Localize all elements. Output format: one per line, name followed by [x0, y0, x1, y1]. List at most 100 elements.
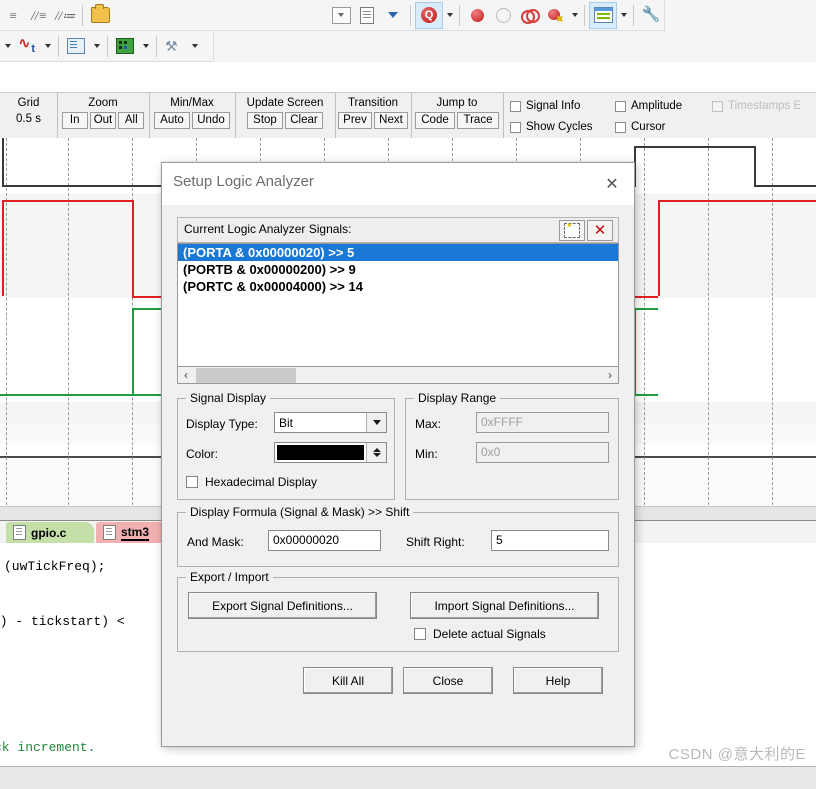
color-stepper-icon[interactable]: [366, 443, 386, 462]
zoom-all-button[interactable]: All: [118, 112, 145, 129]
toggle-breakpoints-icon[interactable]: [516, 3, 542, 28]
export-signal-definitions-button[interactable]: Export Signal Definitions...: [188, 592, 377, 619]
signals-header-label: Current Logic Analyzer Signals:: [184, 222, 352, 236]
minmax-undo-button[interactable]: Undo: [192, 112, 230, 129]
indent-lines-2-icon[interactable]: //≡: [26, 3, 52, 28]
la-checks-col1: Signal Info Show Cycles: [510, 93, 592, 142]
dialog-title-bar[interactable]: Setup Logic Analyzer ✕: [162, 163, 634, 205]
update-stop-button[interactable]: Stop: [247, 112, 283, 129]
tab-gpio-c[interactable]: gpio.c: [6, 522, 94, 543]
min-value-field[interactable]: 0x0: [476, 442, 609, 463]
transition-prev-button[interactable]: Prev: [338, 112, 372, 129]
scroll-left-icon[interactable]: ‹: [178, 368, 194, 382]
toolbar-separator: [633, 4, 634, 26]
window-dropdown-caret-icon[interactable]: [617, 3, 629, 28]
breakpoints-dropdown-caret-icon[interactable]: [568, 3, 580, 28]
close-icon[interactable]: ✕: [598, 171, 626, 197]
chevron-down-icon[interactable]: [366, 413, 386, 432]
la-group-jump-to: Jump to Code Trace: [411, 93, 504, 138]
signal-info-checkbox[interactable]: [510, 100, 521, 112]
signals-horizontal-scrollbar[interactable]: ‹ ›: [177, 367, 619, 384]
signals-list[interactable]: (PORTA & 0x00000020) >> 5 (PORTB & 0x000…: [177, 243, 619, 367]
color-select[interactable]: [274, 442, 387, 463]
hexadecimal-display-label: Hexadecimal Display: [205, 475, 318, 489]
waveform-gridline: [644, 138, 645, 520]
watch-window-icon[interactable]: [63, 34, 89, 59]
tools-caret-icon[interactable]: [187, 34, 201, 59]
combo-box-icon[interactable]: [328, 3, 354, 28]
prev-dropdown-caret-icon[interactable]: [0, 34, 14, 59]
hexadecimal-display-checkbox[interactable]: [186, 476, 198, 488]
amplitude-checkbox[interactable]: [615, 100, 626, 112]
find-dropdown-caret-icon[interactable]: [443, 3, 455, 28]
window-layout-icon[interactable]: [589, 1, 617, 29]
import-signal-definitions-button[interactable]: Import Signal Definitions...: [410, 592, 599, 619]
scroll-thumb[interactable]: [196, 367, 296, 383]
list-item[interactable]: (PORTA & 0x00000020) >> 5: [178, 244, 618, 261]
list-item[interactable]: (PORTC & 0x00004000) >> 14: [178, 278, 618, 295]
kill-all-button[interactable]: Kill All: [303, 667, 393, 694]
shift-right-field[interactable]: 5: [491, 530, 609, 551]
la-group-transition-title: Transition: [347, 97, 399, 109]
tools-icon[interactable]: ⚒: [161, 34, 187, 59]
la-group-zoom-title: Zoom: [88, 97, 118, 109]
breakpoint-icon[interactable]: [464, 3, 490, 28]
signals-header-bar: Current Logic Analyzer Signals: ✕: [177, 217, 619, 243]
status-bar: [0, 766, 816, 789]
la-group-grid-title: Grid: [17, 97, 40, 109]
hexadecimal-display-checkbox-row[interactable]: Hexadecimal Display: [186, 475, 317, 489]
la-group-jumpto-title: Jump to: [436, 97, 478, 109]
zoom-out-button[interactable]: Out: [89, 112, 117, 129]
code-line-1: (uwTickFreq);: [4, 559, 106, 574]
list-item[interactable]: (PORTB & 0x00000200) >> 9: [178, 261, 618, 278]
logic-analyzer-caret-icon[interactable]: [40, 34, 54, 59]
find-in-files-icon[interactable]: Q: [415, 1, 443, 29]
checkbox-show-cycles[interactable]: Show Cycles: [510, 118, 592, 136]
setup-logic-analyzer-dialog: Setup Logic Analyzer ✕ Current Logic Ana…: [161, 162, 635, 747]
signal-info-label: Signal Info: [526, 100, 581, 112]
watch-window-caret-icon[interactable]: [89, 34, 103, 59]
minmax-auto-button[interactable]: Auto: [154, 112, 190, 129]
shift-right-label: Shift Right:: [406, 535, 465, 549]
close-button[interactable]: Close: [403, 667, 493, 694]
delete-actual-signals-checkbox[interactable]: [414, 628, 426, 640]
configure-wrench-icon[interactable]: 🔧: [638, 3, 664, 28]
display-type-value: Bit: [279, 415, 294, 430]
new-signal-button[interactable]: [559, 220, 585, 241]
kill-breakpoints-icon[interactable]: [542, 3, 568, 28]
open-folder-icon[interactable]: [87, 3, 113, 28]
toolbar-separator: [82, 4, 83, 26]
color-swatch: [277, 445, 364, 460]
max-label: Max:: [415, 417, 442, 431]
jump-trace-button[interactable]: Trace: [457, 112, 499, 129]
jump-code-button[interactable]: Code: [415, 112, 455, 129]
document-find-icon[interactable]: [354, 3, 380, 28]
indent-lines-3-icon[interactable]: //≔: [52, 3, 78, 28]
memory-window-caret-icon[interactable]: [138, 34, 152, 59]
delete-actual-signals-row[interactable]: Delete actual Signals: [414, 627, 546, 641]
update-clear-button[interactable]: Clear: [285, 112, 323, 129]
la-group-update-screen: Update Screen Stop Clear: [235, 93, 336, 138]
checkbox-cursor[interactable]: Cursor: [615, 118, 666, 136]
memory-window-icon[interactable]: [112, 34, 138, 59]
scroll-right-icon[interactable]: ›: [602, 368, 618, 382]
logic-analyzer-icon[interactable]: [14, 34, 40, 59]
scroll-track[interactable]: [194, 367, 602, 383]
display-type-select[interactable]: Bit: [274, 412, 387, 433]
checkbox-amplitude[interactable]: Amplitude: [615, 97, 682, 115]
disabled-breakpoint-icon[interactable]: [490, 3, 516, 28]
transition-next-button[interactable]: Next: [374, 112, 408, 129]
show-cycles-checkbox[interactable]: [510, 121, 521, 133]
delete-signal-button[interactable]: ✕: [587, 220, 613, 241]
cursor-checkbox[interactable]: [615, 121, 626, 133]
zoom-in-button[interactable]: In: [61, 112, 88, 129]
toolbar-separator: [58, 35, 59, 57]
display-type-label: Display Type:: [186, 417, 258, 431]
la-group-update-title: Update Screen: [246, 97, 324, 109]
download-arrow-icon[interactable]: [380, 3, 406, 28]
checkbox-signal-info[interactable]: Signal Info: [510, 97, 580, 115]
max-value-field[interactable]: 0xFFFF: [476, 412, 609, 433]
help-button[interactable]: Help: [513, 667, 603, 694]
indent-lines-icon[interactable]: ≡: [0, 3, 26, 28]
and-mask-field[interactable]: 0x00000020: [268, 530, 381, 551]
